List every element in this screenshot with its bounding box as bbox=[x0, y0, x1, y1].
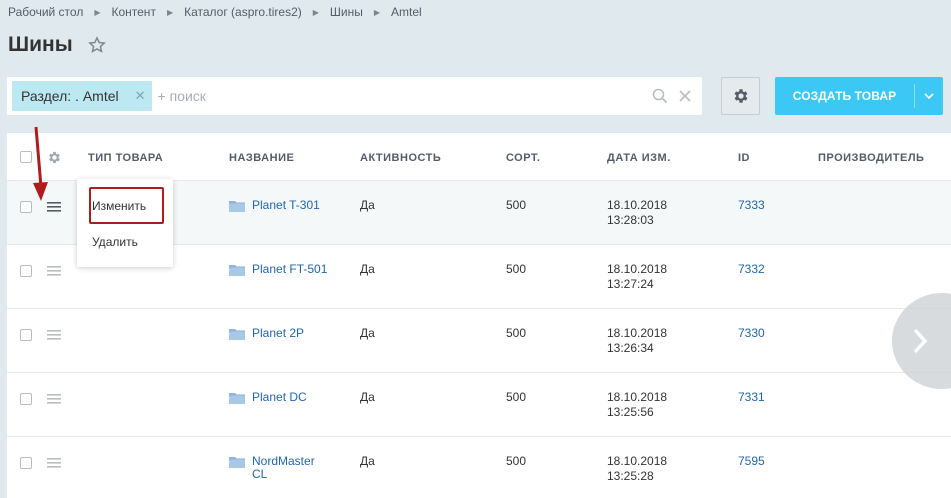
gear-icon bbox=[734, 89, 747, 103]
folder-icon bbox=[229, 393, 245, 404]
date-value: 18.10.2018 bbox=[607, 390, 668, 404]
row-menu-icon[interactable] bbox=[47, 266, 61, 276]
menu-item-delete[interactable]: Удалить bbox=[92, 235, 138, 249]
breadcrumb-item[interactable]: Amtel bbox=[391, 5, 422, 19]
star-icon[interactable] bbox=[87, 36, 106, 54]
folder-icon bbox=[229, 201, 245, 212]
table-row[interactable]: Planet DC Да 500 18.10.2018 13:25:56 733… bbox=[7, 373, 951, 437]
time-value: 13:26:34 bbox=[607, 341, 654, 355]
time-value: 13:25:28 bbox=[607, 469, 654, 483]
breadcrumb-separator-icon: ▶ bbox=[166, 7, 174, 17]
breadcrumb-item[interactable]: Каталог (aspro.tires2) bbox=[184, 5, 302, 19]
active-value: Да bbox=[360, 326, 375, 340]
create-product-label: СОЗДАТЬ ТОВАР bbox=[792, 89, 897, 103]
product-name-link[interactable]: NordMaster CL bbox=[252, 455, 330, 481]
active-value: Да bbox=[360, 262, 375, 276]
row-context-menu: Изменить Удалить bbox=[77, 179, 173, 267]
column-header-type[interactable]: ТИП ТОВАРА bbox=[88, 152, 163, 164]
page-title: Шины bbox=[8, 33, 73, 56]
create-dropdown-toggle[interactable] bbox=[915, 93, 943, 99]
folder-icon bbox=[229, 457, 245, 468]
id-value[interactable]: 7332 bbox=[738, 263, 765, 276]
menu-item-edit[interactable]: Изменить bbox=[92, 199, 146, 213]
date-value: 18.10.2018 bbox=[607, 454, 668, 468]
product-name-link[interactable]: Planet DC bbox=[252, 391, 330, 404]
id-value[interactable]: 7595 bbox=[738, 455, 765, 468]
active-value: Да bbox=[360, 198, 375, 212]
chevron-right-icon bbox=[913, 328, 928, 354]
column-header-active[interactable]: АКТИВНОСТЬ bbox=[360, 152, 441, 164]
name-cell[interactable]: Planet FT-501 bbox=[229, 263, 330, 276]
id-value[interactable]: 7331 bbox=[738, 391, 765, 404]
remove-filter-icon[interactable]: ✕ bbox=[135, 88, 146, 104]
id-value[interactable]: 7330 bbox=[738, 327, 765, 340]
id-value[interactable]: 7333 bbox=[738, 199, 765, 212]
filter-tag-label: Раздел: . Amtel bbox=[21, 88, 119, 104]
row-checkbox[interactable] bbox=[20, 457, 32, 469]
row-checkbox[interactable] bbox=[20, 393, 32, 405]
settings-button[interactable] bbox=[721, 77, 760, 115]
active-value: Да bbox=[360, 454, 375, 468]
caret-down-icon bbox=[924, 93, 934, 99]
title-row: Шины bbox=[8, 33, 106, 57]
date-value: 18.10.2018 bbox=[607, 262, 668, 276]
product-name-link[interactable]: Planet T-301 bbox=[252, 199, 330, 212]
create-product-button[interactable]: СОЗДАТЬ ТОВАР bbox=[775, 77, 943, 115]
row-checkbox[interactable] bbox=[20, 265, 32, 277]
grid-header: ТИП ТОВАРА НАЗВАНИЕ АКТИВНОСТЬ СОРТ. ДАТ… bbox=[7, 133, 951, 181]
date-value: 18.10.2018 bbox=[607, 326, 668, 340]
search-icon[interactable] bbox=[652, 88, 668, 104]
column-header-sort[interactable]: СОРТ. bbox=[506, 152, 540, 164]
breadcrumb-item[interactable]: Контент bbox=[111, 5, 155, 19]
column-header-id[interactable]: ID bbox=[738, 152, 750, 164]
sort-value: 500 bbox=[506, 390, 527, 404]
time-value: 13:27:24 bbox=[607, 277, 654, 291]
column-header-date[interactable]: ДАТА ИЗМ. bbox=[607, 152, 671, 164]
clear-search-icon[interactable] bbox=[678, 88, 692, 104]
row-checkbox[interactable] bbox=[20, 329, 32, 341]
column-header-name[interactable]: НАЗВАНИЕ bbox=[229, 152, 294, 164]
sort-value: 500 bbox=[506, 326, 527, 340]
time-value: 13:28:03 bbox=[607, 213, 654, 227]
name-cell[interactable]: Planet T-301 bbox=[229, 199, 330, 212]
breadcrumb-item[interactable]: Рабочий стол bbox=[8, 5, 83, 19]
breadcrumb-separator-icon: ▶ bbox=[373, 7, 381, 17]
row-menu-icon[interactable] bbox=[47, 394, 61, 404]
product-name-link[interactable]: Planet FT-501 bbox=[252, 263, 330, 276]
product-name-link[interactable]: Planet 2P bbox=[252, 327, 330, 340]
column-header-manufacturer[interactable]: ПРОИЗВОДИТЕЛЬ bbox=[818, 152, 924, 164]
table-row[interactable]: NordMaster CL Да 500 18.10.2018 13:25:28… bbox=[7, 437, 951, 498]
folder-icon bbox=[229, 329, 245, 340]
time-value: 13:25:56 bbox=[607, 405, 654, 419]
breadcrumb-separator-icon: ▶ bbox=[312, 7, 319, 17]
filter-bar: Раздел: . Amtel ✕ bbox=[7, 77, 702, 115]
breadcrumb-item[interactable]: Шины bbox=[330, 5, 363, 19]
row-menu-icon[interactable] bbox=[47, 330, 61, 340]
red-arrow-annotation-icon bbox=[33, 126, 48, 201]
name-cell[interactable]: Planet DC bbox=[229, 391, 330, 404]
sort-value: 500 bbox=[506, 454, 527, 468]
search-input[interactable] bbox=[157, 88, 628, 104]
table-row[interactable]: Planet 2P Да 500 18.10.2018 13:26:34 733… bbox=[7, 309, 951, 373]
name-cell[interactable]: NordMaster CL bbox=[229, 455, 330, 481]
name-cell[interactable]: Planet 2P bbox=[229, 327, 330, 340]
sort-value: 500 bbox=[506, 198, 527, 212]
breadcrumb: Рабочий стол ▶ Контент ▶ Каталог (aspro.… bbox=[8, 4, 422, 20]
filter-tag[interactable]: Раздел: . Amtel ✕ bbox=[12, 81, 152, 111]
date-value: 18.10.2018 bbox=[607, 198, 668, 212]
active-value: Да bbox=[360, 390, 375, 404]
folder-icon bbox=[229, 265, 245, 276]
row-menu-icon[interactable] bbox=[47, 458, 61, 468]
sort-value: 500 bbox=[506, 262, 527, 276]
breadcrumb-separator-icon: ▶ bbox=[94, 7, 101, 17]
